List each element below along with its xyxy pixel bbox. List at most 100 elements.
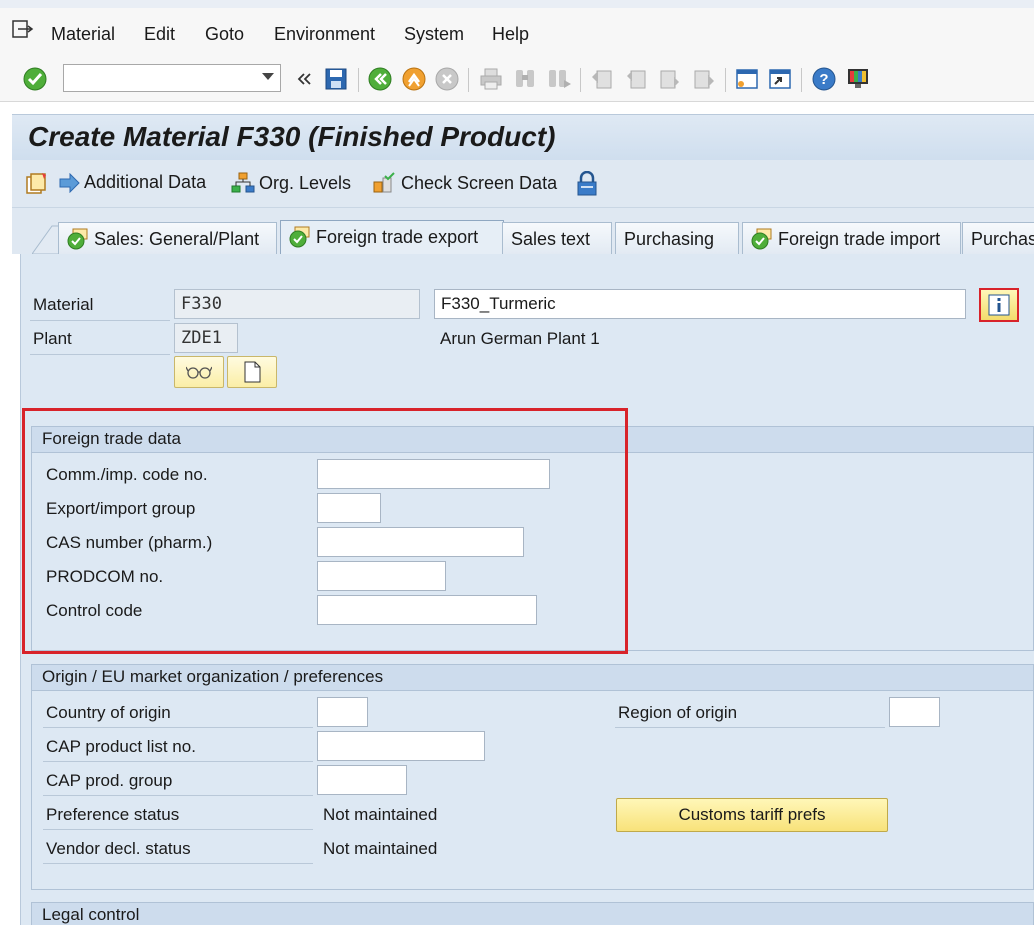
toolbar-separator — [801, 68, 802, 92]
chevron-down-icon[interactable] — [262, 73, 274, 80]
command-field[interactable] — [63, 64, 281, 92]
create-document-button[interactable] — [227, 356, 277, 388]
first-page-icon[interactable] — [589, 66, 615, 92]
shortcut-icon[interactable] — [767, 66, 793, 92]
toolbar-separator — [468, 68, 469, 92]
label-underline — [43, 795, 313, 796]
plant-field[interactable]: ZDE1 — [174, 323, 238, 353]
tab-purchasing-overflow[interactable]: Purchas — [962, 222, 1034, 254]
svg-text:?: ? — [819, 71, 828, 88]
label-underline — [615, 727, 885, 728]
group-title: Legal control — [32, 903, 1033, 925]
cap-product-list-field[interactable] — [317, 731, 485, 761]
find-icon[interactable] — [512, 66, 538, 92]
label-underline — [30, 354, 170, 355]
customize-layout-icon[interactable] — [845, 66, 871, 92]
check-data-icon — [373, 172, 395, 193]
menu-material[interactable]: Material — [51, 24, 115, 45]
tab-label: Sales: General/Plant — [94, 229, 260, 249]
checked-view-icon — [751, 228, 772, 250]
toolbar-separator — [358, 68, 359, 92]
tab-label: Foreign trade import — [778, 229, 941, 249]
back-icon[interactable] — [367, 66, 393, 92]
tab-label: Purchasing — [624, 229, 715, 249]
cap-product-list-label: CAP product list no. — [46, 737, 196, 756]
checked-view-icon — [289, 226, 310, 248]
cap-prod-group-field[interactable] — [317, 765, 407, 795]
preference-status-value: Not maintained — [323, 805, 438, 824]
menu-goto[interactable]: Goto — [205, 24, 244, 45]
enter-icon[interactable] — [22, 66, 48, 92]
menu-system[interactable]: System — [404, 24, 464, 45]
label-underline — [43, 761, 313, 762]
create-session-icon[interactable] — [734, 66, 760, 92]
title-bar: Create Material F330 (Finished Product) — [12, 114, 1034, 160]
lock-icon[interactable] — [576, 171, 598, 197]
print-icon[interactable] — [478, 66, 504, 92]
label-underline — [43, 829, 313, 830]
tab-label: Purchas — [971, 229, 1034, 249]
plant-description: Arun German Plant 1 — [440, 329, 600, 348]
info-icon — [988, 294, 1010, 316]
new-entry-icon[interactable] — [24, 172, 50, 196]
save-icon[interactable] — [323, 66, 349, 92]
tab-foreign-trade-import[interactable]: Foreign trade import — [742, 222, 961, 254]
region-of-origin-label: Region of origin — [618, 703, 738, 722]
country-of-origin-label: Country of origin — [46, 703, 171, 722]
additional-data-label: Additional Data — [84, 172, 207, 192]
tab-sales-text[interactable]: Sales text — [502, 222, 612, 254]
arrow-right-icon — [59, 172, 80, 193]
cancel-icon[interactable] — [434, 66, 460, 92]
preference-status-label: Preference status — [46, 805, 180, 824]
material-number-field[interactable]: F330 — [174, 289, 420, 319]
info-button[interactable] — [979, 288, 1019, 322]
legal-control-group: Legal control — [31, 902, 1034, 925]
label-underline — [43, 727, 313, 728]
last-page-icon[interactable] — [691, 66, 717, 92]
previous-page-icon[interactable] — [623, 66, 649, 92]
menu-environment[interactable]: Environment — [274, 24, 375, 45]
vendor-decl-status-value: Not maintained — [323, 839, 438, 858]
display-glasses-button[interactable] — [174, 356, 224, 388]
menu-bar: Material Edit Goto Environment System He… — [0, 0, 1034, 58]
exit-icon[interactable] — [401, 66, 427, 92]
check-screen-data-button[interactable]: Check Screen Data — [373, 172, 557, 194]
toolbar-separator — [725, 68, 726, 92]
standard-toolbar: ? — [0, 58, 1034, 102]
customs-tariff-prefs-button[interactable]: Customs tariff prefs — [616, 798, 888, 832]
tab-purchasing[interactable]: Purchasing — [615, 222, 739, 254]
region-of-origin-field[interactable] — [889, 697, 940, 727]
menu-help[interactable]: Help — [492, 24, 529, 45]
tab-strip: Sales: General/Plant Foreign trade expor… — [12, 208, 1034, 255]
vendor-decl-status-label: Vendor decl. status — [46, 839, 191, 858]
tab-label: Foreign trade export — [316, 227, 479, 247]
org-levels-label: Org. Levels — [259, 172, 352, 193]
system-menu-icon[interactable] — [12, 20, 34, 40]
label-underline — [30, 320, 170, 321]
label-underline — [43, 863, 313, 864]
tab-sales-general-plant[interactable]: Sales: General/Plant — [58, 222, 277, 254]
menu-edit[interactable]: Edit — [144, 24, 175, 45]
checked-view-icon — [67, 228, 88, 250]
cap-prod-group-label: CAP prod. group — [46, 771, 173, 790]
document-icon — [244, 361, 261, 383]
tab-foreign-trade-export[interactable]: Foreign trade export — [280, 220, 504, 255]
glasses-icon — [186, 366, 212, 379]
country-of-origin-field[interactable] — [317, 697, 368, 727]
tab-label: Sales text — [511, 229, 591, 249]
plant-label: Plant — [33, 329, 72, 348]
help-icon[interactable]: ? — [811, 66, 837, 92]
org-hierarchy-icon — [231, 172, 255, 193]
additional-data-button[interactable]: Additional Data — [58, 172, 206, 193]
org-levels-button[interactable]: Org. Levels — [231, 172, 351, 194]
material-label: Material — [33, 295, 94, 314]
application-toolbar: Additional Data Org. Levels Check Screen… — [12, 160, 1034, 208]
find-next-icon[interactable] — [546, 66, 572, 92]
highlight-annotation — [22, 408, 628, 654]
double-chevron-left-icon[interactable] — [292, 66, 318, 92]
material-description-field[interactable]: F330_Turmeric — [434, 289, 966, 319]
check-screen-data-label: Check Screen Data — [401, 172, 558, 193]
toolbar-separator — [580, 68, 581, 92]
page-title: Create Material F330 (Finished Product) — [28, 121, 556, 152]
next-page-icon[interactable] — [657, 66, 683, 92]
